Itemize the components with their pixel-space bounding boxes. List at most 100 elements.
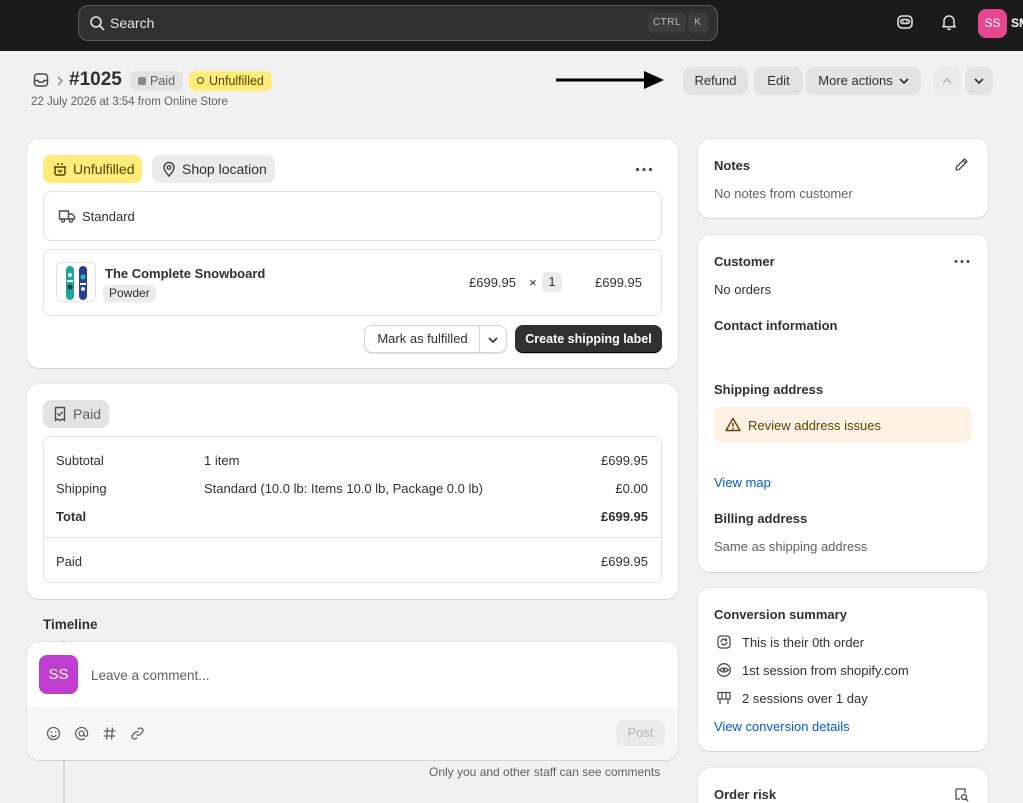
fulfill-options-dropdown[interactable] — [479, 325, 507, 353]
hashtag-icon[interactable] — [102, 726, 117, 741]
location-label: Shop location — [182, 161, 267, 177]
comment-input[interactable]: Leave a comment... — [91, 668, 210, 683]
order-repeat-icon — [717, 635, 731, 649]
create-shipping-label-button[interactable]: Create shipping label — [515, 325, 662, 353]
address-warning-banner[interactable]: Review address issues — [714, 407, 972, 443]
view-map-link[interactable]: View map — [714, 475, 771, 490]
chevron-down-icon — [899, 78, 909, 85]
fulfillment-status-badge: Unfulfilled — [189, 71, 272, 91]
line-total: £699.95 — [595, 275, 642, 290]
contact-information-title: Contact information — [714, 318, 838, 333]
store-name[interactable]: SM — [1011, 16, 1023, 30]
shipping-method-box: Standard — [43, 191, 662, 241]
search-bar[interactable]: Search CTRL K — [78, 5, 718, 41]
payment-status-badge: Paid — [130, 71, 184, 91]
total-label: Total — [56, 509, 87, 524]
shipping-address-title: Shipping address — [714, 382, 824, 397]
payment-summary-box: Subtotal 1 item £699.95 Shipping Standar… — [43, 436, 662, 583]
edit-button[interactable]: Edit — [754, 67, 803, 95]
quantity-badge: 1 — [542, 272, 562, 292]
shortcut-k-key: K — [688, 13, 708, 33]
product-thumbnail[interactable] — [56, 262, 96, 302]
warning-icon — [725, 417, 741, 432]
top-bar: Search CTRL K SS SM — [0, 0, 1023, 51]
refund-button[interactable]: Refund — [683, 67, 748, 95]
shipping-detail: Standard (10.0 lb: Items 10.0 lb, Packag… — [204, 481, 483, 496]
bell-icon[interactable] — [940, 13, 958, 31]
unfulfilled-status-pill: Unfulfilled — [43, 155, 143, 183]
orders-inbox-icon[interactable] — [33, 72, 49, 88]
notes-title: Notes — [714, 158, 751, 173]
location-pin-icon — [163, 161, 175, 177]
line-item: The Complete Snowboard Powder £699.95 × … — [43, 249, 662, 316]
emoji-icon[interactable] — [46, 726, 61, 741]
shortcut-ctrl-key: CTRL — [648, 13, 686, 33]
mark-as-fulfilled-button[interactable]: Mark as fulfilled — [364, 325, 481, 353]
breadcrumb-chevron-icon — [57, 76, 64, 86]
edit-pencil-icon[interactable] — [954, 157, 969, 172]
user-avatar[interactable]: SS — [978, 9, 1007, 38]
subtotal-detail: 1 item — [204, 453, 240, 468]
comment-toolbar — [27, 707, 678, 760]
attachment-link-icon[interactable] — [130, 726, 145, 741]
search-placeholder: Search — [110, 15, 155, 31]
paid-by-customer-label: Paid — [56, 554, 83, 569]
more-actions-label: More actions — [818, 73, 893, 88]
subtotal-amount: £699.95 — [601, 453, 648, 468]
shipping-amount: £0.00 — [615, 481, 648, 496]
delivery-truck-icon — [58, 210, 76, 223]
times-symbol: × — [529, 275, 537, 290]
paid-status-pill: Paid — [43, 400, 110, 428]
arrow-annotation-icon — [556, 71, 664, 89]
view-conversion-details-link[interactable]: View conversion details — [714, 719, 850, 734]
comment-composer: SS Leave a comment... Post — [27, 642, 678, 760]
payment-card: Paid Subtotal 1 item £699.95 Shipping St… — [27, 384, 678, 599]
more-options-icon[interactable] — [635, 167, 653, 172]
conversion-summary-card: Conversion summary This is their 0th ord… — [698, 588, 988, 751]
fulfillment-card: Unfulfilled Shop location Standard The C… — [27, 139, 678, 368]
risk-analysis-icon[interactable] — [954, 787, 969, 802]
conversion-title: Conversion summary — [714, 607, 847, 622]
timeline-title: Timeline — [43, 617, 98, 632]
receipt-check-icon — [54, 406, 66, 422]
mention-icon[interactable] — [74, 726, 89, 741]
unit-price: £699.95 — [469, 275, 516, 290]
conversion-row-text: 2 sessions over 1 day — [742, 691, 868, 706]
unfulfilled-label: Unfulfilled — [73, 161, 135, 177]
store-icon — [717, 691, 731, 704]
post-button[interactable]: Post — [616, 720, 665, 746]
notes-text: No notes from customer — [714, 186, 853, 201]
chevron-down-icon — [488, 337, 498, 344]
location-pill: Shop location — [152, 155, 275, 183]
page-title: #1025 — [69, 69, 122, 90]
snowboard-image — [66, 266, 87, 300]
conversion-row-text: This is their 0th order — [742, 635, 865, 650]
sidekick-icon[interactable] — [896, 13, 914, 31]
more-options-icon[interactable] — [954, 259, 970, 264]
customer-card: Customer No orders Contact information S… — [698, 235, 988, 572]
search-icon — [90, 16, 105, 31]
summary-divider — [44, 537, 661, 538]
address-warning-text: Review address issues — [748, 418, 881, 433]
eye-icon — [717, 663, 731, 677]
paid-label: Paid — [73, 406, 102, 422]
total-amount: £699.95 — [601, 509, 648, 524]
paid-amount: £699.95 — [601, 554, 648, 569]
shipping-label: Shipping — [56, 481, 107, 496]
chevron-down-icon — [974, 78, 984, 85]
product-name[interactable]: The Complete Snowboard — [105, 266, 265, 281]
staff-only-note: Only you and other staff can see comment… — [429, 765, 661, 779]
avatar: SS — [39, 655, 78, 694]
customer-title: Customer — [714, 254, 775, 269]
order-risk-card: Order risk — [698, 768, 988, 803]
variant-tag: Powder — [103, 285, 156, 302]
billing-address-text: Same as shipping address — [714, 539, 868, 554]
notes-card: Notes No notes from customer — [698, 139, 988, 218]
next-order-button[interactable] — [965, 67, 993, 95]
chevron-up-icon — [942, 77, 952, 84]
customer-orders: No orders — [714, 282, 772, 297]
more-actions-button[interactable]: More actions — [806, 67, 921, 95]
previous-order-button[interactable] — [933, 67, 961, 95]
billing-address-title: Billing address — [714, 511, 808, 526]
order-risk-title: Order risk — [714, 787, 777, 802]
